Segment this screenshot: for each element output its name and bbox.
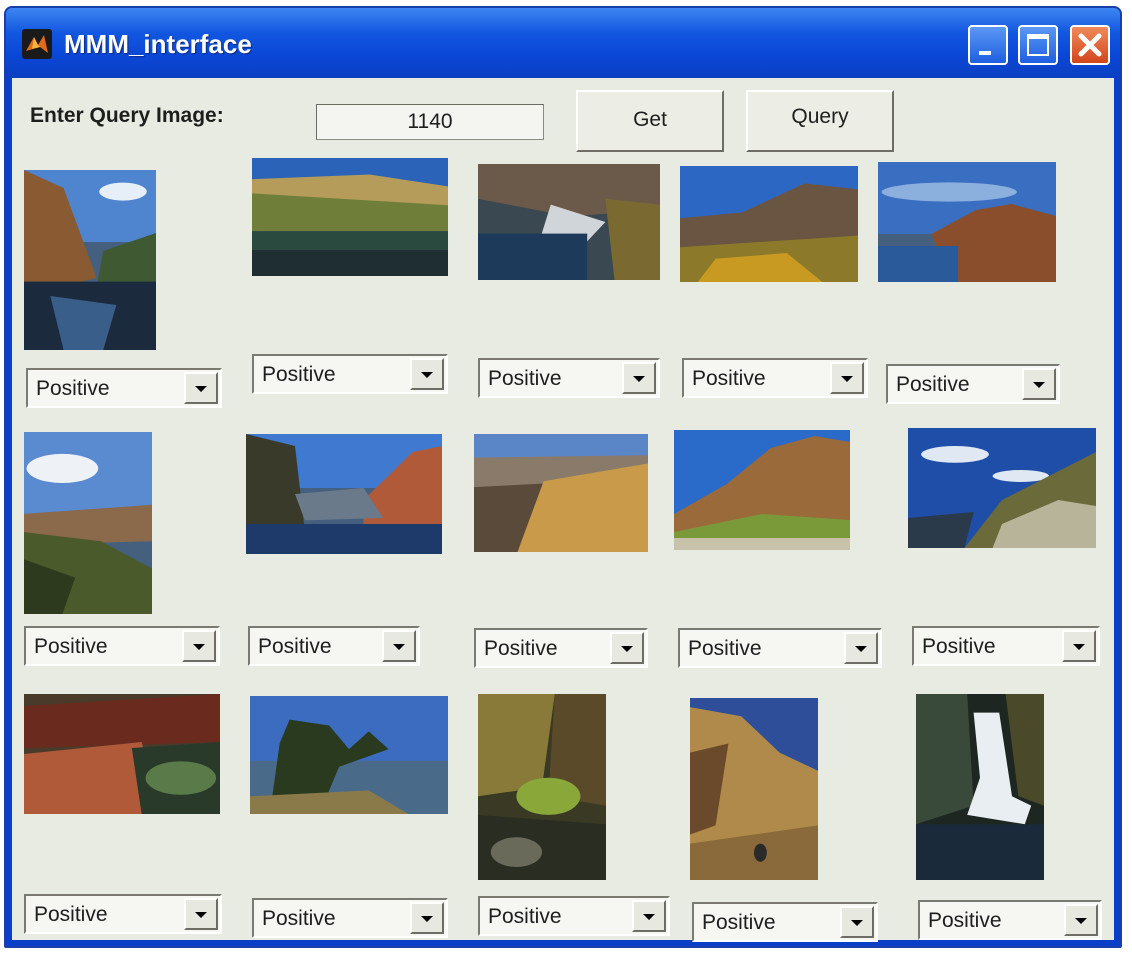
dropdown-arrow-icon[interactable] — [1022, 368, 1056, 400]
maximize-icon — [1027, 34, 1049, 56]
feedback-select-4[interactable]: Positive — [682, 358, 868, 398]
minimize-button[interactable] — [968, 25, 1008, 65]
dropdown-arrow-icon[interactable] — [184, 898, 218, 930]
get-button[interactable]: Get — [576, 90, 724, 152]
feedback-select-8[interactable]: Positive — [474, 628, 648, 668]
result-image-15[interactable] — [916, 694, 1044, 880]
result-image-6[interactable] — [24, 432, 152, 614]
feedback-value: Positive — [34, 903, 108, 926]
matlab-logo-icon — [22, 29, 52, 59]
result-image-11[interactable] — [24, 694, 220, 814]
result-image-1[interactable] — [24, 170, 156, 350]
feedback-select-2[interactable]: Positive — [252, 354, 448, 394]
close-icon — [1078, 33, 1102, 57]
result-image-8[interactable] — [474, 434, 648, 552]
dropdown-arrow-icon[interactable] — [610, 632, 644, 664]
feedback-select-1[interactable]: Positive — [26, 368, 222, 408]
dropdown-arrow-icon[interactable] — [182, 630, 216, 662]
feedback-select-13[interactable]: Positive — [478, 896, 670, 936]
feedback-value: Positive — [928, 909, 1002, 932]
dropdown-arrow-icon[interactable] — [184, 372, 218, 404]
feedback-select-5[interactable]: Positive — [886, 364, 1060, 404]
feedback-value: Positive — [488, 905, 562, 928]
feedback-select-3[interactable]: Positive — [478, 358, 660, 398]
result-image-5[interactable] — [878, 162, 1056, 282]
query-button[interactable]: Query — [746, 90, 894, 152]
query-image-label: Enter Query Image: — [30, 104, 224, 127]
result-image-2[interactable] — [252, 158, 448, 276]
feedback-value: Positive — [896, 373, 970, 396]
result-image-14[interactable] — [690, 698, 818, 880]
feedback-value: Positive — [36, 377, 110, 400]
feedback-value: Positive — [922, 635, 996, 658]
feedback-select-15[interactable]: Positive — [918, 900, 1102, 940]
feedback-value: Positive — [262, 363, 336, 386]
feedback-value: Positive — [702, 911, 776, 934]
result-image-10[interactable] — [908, 428, 1096, 548]
result-image-12[interactable] — [250, 696, 448, 814]
feedback-select-7[interactable]: Positive — [248, 626, 420, 666]
feedback-value: Positive — [688, 637, 762, 660]
query-image-input[interactable] — [316, 104, 544, 140]
dropdown-arrow-icon[interactable] — [410, 358, 444, 390]
feedback-value: Positive — [258, 635, 332, 658]
dropdown-arrow-icon[interactable] — [382, 630, 416, 662]
feedback-value: Positive — [34, 635, 108, 658]
result-image-13[interactable] — [478, 694, 606, 880]
feedback-value: Positive — [692, 367, 766, 390]
result-image-4[interactable] — [680, 166, 858, 282]
window-title: MMM_interface — [64, 29, 252, 59]
feedback-select-14[interactable]: Positive — [692, 902, 878, 942]
app-window: MMM_interface Enter Query Image: Get Que… — [4, 6, 1122, 948]
feedback-value: Positive — [262, 907, 336, 930]
dropdown-arrow-icon[interactable] — [844, 632, 878, 664]
close-button[interactable] — [1070, 25, 1110, 65]
dropdown-arrow-icon[interactable] — [830, 362, 864, 394]
client-area: Enter Query Image: Get Query — [12, 78, 1114, 942]
feedback-select-9[interactable]: Positive — [678, 628, 882, 668]
title-bar[interactable]: MMM_interface — [6, 8, 1120, 78]
feedback-value: Positive — [488, 367, 562, 390]
dropdown-arrow-icon[interactable] — [622, 362, 656, 394]
result-image-3[interactable] — [478, 164, 660, 280]
dropdown-arrow-icon[interactable] — [632, 900, 666, 932]
feedback-value: Positive — [484, 637, 558, 660]
dropdown-arrow-icon[interactable] — [840, 906, 874, 938]
feedback-select-10[interactable]: Positive — [912, 626, 1100, 666]
minimize-icon — [979, 51, 991, 55]
dropdown-arrow-icon[interactable] — [1064, 904, 1098, 936]
result-image-9[interactable] — [674, 430, 850, 550]
maximize-button[interactable] — [1018, 25, 1058, 65]
feedback-select-6[interactable]: Positive — [24, 626, 220, 666]
feedback-select-12[interactable]: Positive — [252, 898, 448, 938]
dropdown-arrow-icon[interactable] — [1062, 630, 1096, 662]
feedback-select-11[interactable]: Positive — [24, 894, 222, 934]
dropdown-arrow-icon[interactable] — [410, 902, 444, 934]
result-image-7[interactable] — [246, 434, 442, 554]
